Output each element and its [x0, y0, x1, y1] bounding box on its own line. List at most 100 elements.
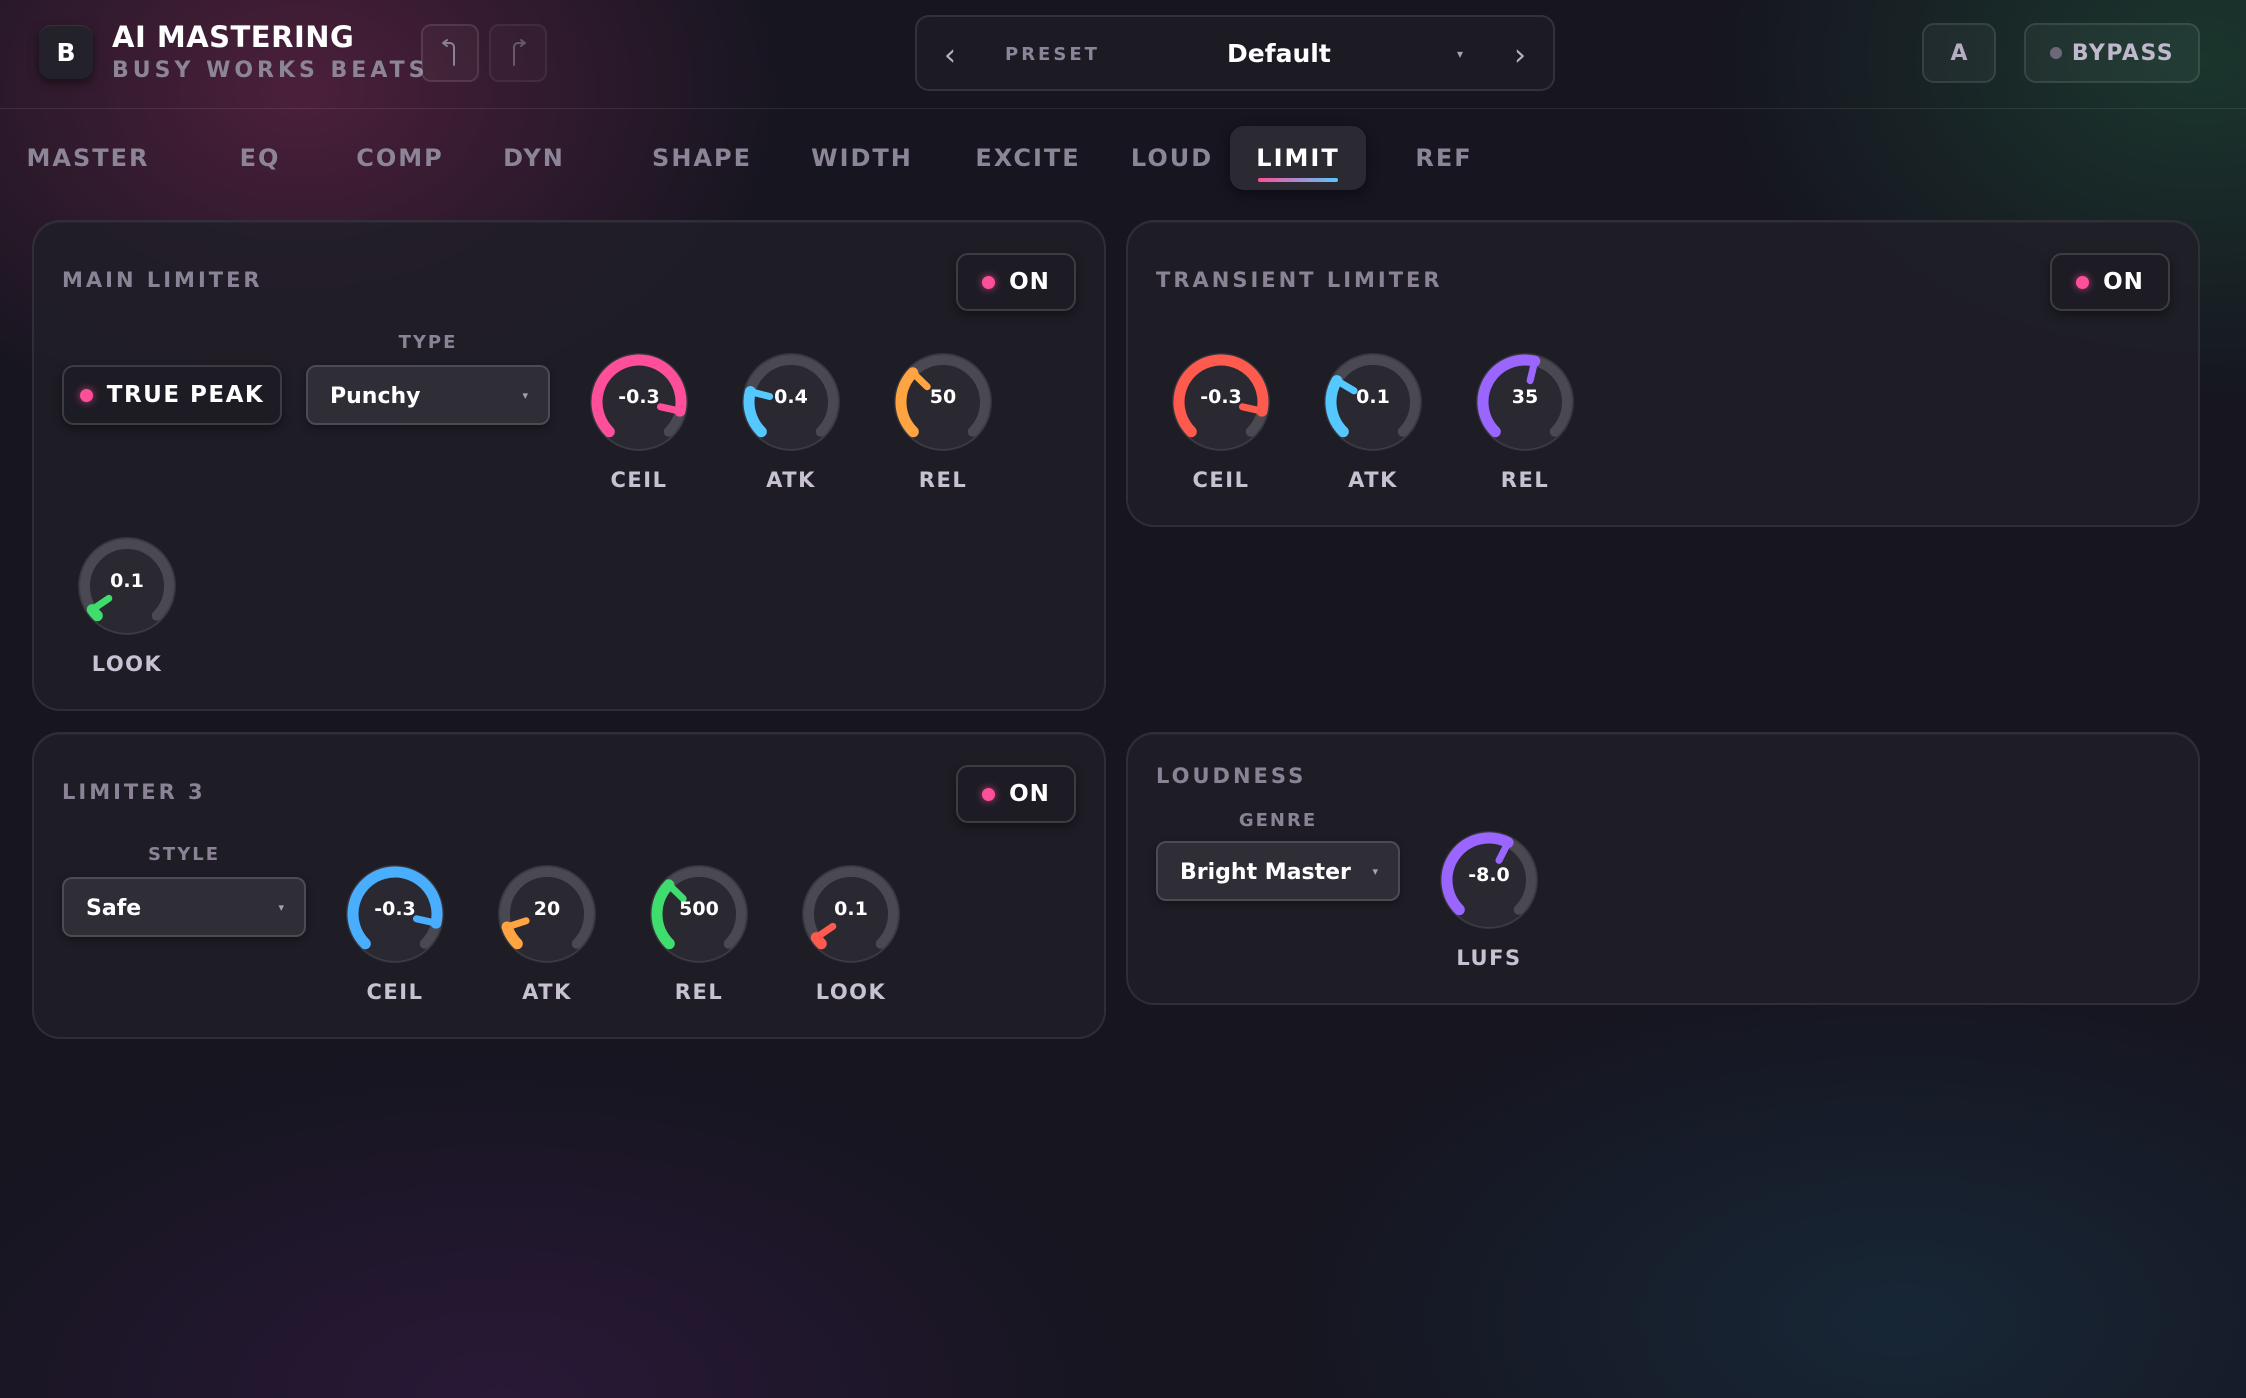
true-peak-label: TRUE PEAK	[106, 382, 265, 408]
ceil-knob[interactable]: -0.3 CEIL	[1161, 342, 1281, 502]
knob-value: 0.1	[1356, 386, 1390, 408]
preset-label: PRESET	[1005, 44, 1100, 65]
type-dropdown[interactable]: Punchy ▾	[306, 365, 550, 425]
lufs-knob[interactable]: -8.0 LUFS	[1429, 820, 1549, 980]
preset-prev-button[interactable]: ‹	[925, 17, 975, 93]
atk-knob[interactable]: 20 ATK	[487, 854, 607, 1014]
tab-excite[interactable]: EXCITE	[948, 126, 1108, 190]
on-label: ON	[1009, 269, 1050, 295]
tab-label: MASTER	[26, 144, 150, 172]
knob-value: 20	[533, 898, 561, 920]
bypass-button[interactable]: BYPASS	[2024, 23, 2200, 83]
tab-loud[interactable]: LOUD	[1110, 126, 1234, 190]
knob-label: REL	[1500, 468, 1550, 492]
app-title: AI MASTERING	[112, 20, 355, 54]
genre-label: GENRE	[1238, 810, 1318, 831]
preset-next-button[interactable]: ›	[1495, 17, 1545, 93]
undo-button[interactable]	[421, 24, 479, 82]
genre-dropdown[interactable]: Bright Master ▾	[1156, 841, 1400, 901]
knob-value: 0.1	[834, 898, 868, 920]
style-dropdown[interactable]: Safe ▾	[62, 877, 306, 937]
main-limiter-panel: MAIN LIMITER ON TRUE PEAK TYPE Punchy ▾ …	[32, 220, 1106, 711]
knob-label: ATK	[766, 468, 816, 492]
on-label: ON	[1009, 781, 1050, 807]
atk-knob[interactable]: 0.4 ATK	[731, 342, 851, 502]
tab-label: REF	[1415, 144, 1473, 172]
panel-title: MAIN LIMITER	[62, 268, 263, 292]
rel-knob[interactable]: 50 REL	[883, 342, 1003, 502]
panel-title: LIMITER 3	[62, 780, 206, 804]
knob-label: CEIL	[366, 980, 424, 1004]
knob-value: 35	[1511, 386, 1539, 408]
preset-dropdown[interactable]: Default	[1227, 39, 1487, 68]
atk-knob[interactable]: 0.1 ATK	[1313, 342, 1433, 502]
knob-label: LOOK	[91, 652, 163, 676]
rel-knob[interactable]: 500 REL	[639, 854, 759, 1014]
caret-down-icon: ▾	[1372, 865, 1378, 878]
tab-dyn[interactable]: DYN	[494, 126, 574, 190]
power-indicator	[2076, 275, 2090, 289]
tab-label: EXCITE	[975, 144, 1081, 172]
preset-selector: ‹ PRESET Default ▾ ›	[915, 15, 1555, 91]
limiter-3-on-button[interactable]: ON	[956, 765, 1076, 823]
tab-eq[interactable]: EQ	[228, 126, 292, 190]
knob-label: ATK	[522, 980, 572, 1004]
main-limiter-on-button[interactable]: ON	[956, 253, 1076, 311]
panel-title: LOUDNESS	[1156, 764, 1307, 788]
limiter-3-panel: LIMITER 3 ON STYLE Safe ▾ -0.3 CEIL 20 A…	[32, 732, 1106, 1039]
app-logo: B	[39, 25, 93, 79]
tab-width[interactable]: WIDTH	[792, 126, 932, 190]
on-label: ON	[2103, 269, 2144, 295]
true-peak-indicator	[79, 388, 93, 402]
tab-label: SHAPE	[652, 144, 752, 172]
knob-label: REL	[674, 980, 724, 1004]
tab-label: DYN	[503, 144, 565, 172]
caret-down-icon: ▾	[1457, 47, 1464, 61]
style-label: STYLE	[147, 844, 221, 865]
header-bar: B AI MASTERING BUSY WORKS BEATS ‹ PRESET…	[0, 0, 2246, 109]
knob-value: 0.4	[774, 386, 808, 408]
look-knob[interactable]: 0.1 LOOK	[791, 854, 911, 1014]
style-value: Safe	[86, 896, 142, 921]
look-knob[interactable]: 0.1 LOOK	[67, 526, 187, 686]
undo-icon	[442, 39, 455, 66]
tab-shape[interactable]: SHAPE	[624, 126, 780, 190]
ceil-knob[interactable]: -0.3 CEIL	[579, 342, 699, 502]
tab-limit[interactable]: LIMIT	[1230, 126, 1366, 190]
type-value: Punchy	[330, 384, 421, 409]
knob-value: 0.1	[110, 570, 144, 592]
true-peak-toggle[interactable]: TRUE PEAK	[62, 365, 282, 425]
type-label: TYPE	[398, 332, 458, 353]
tab-ref[interactable]: REF	[1396, 126, 1492, 190]
power-indicator	[982, 275, 996, 289]
chevron-right-icon: ›	[1514, 37, 1526, 73]
knob-value: -0.3	[374, 898, 416, 920]
bypass-indicator	[2049, 47, 2062, 59]
redo-icon	[513, 39, 526, 66]
ab-compare-button[interactable]: A	[1922, 23, 1996, 83]
tab-comp[interactable]: COMP	[342, 126, 458, 190]
knob-label: CEIL	[610, 468, 668, 492]
caret-down-icon: ▾	[278, 901, 284, 914]
bypass-label: BYPASS	[2071, 40, 2175, 66]
knob-pointer	[1526, 359, 1538, 385]
loudness-panel: LOUDNESS GENRE Bright Master ▾ -8.0 LUFS	[1126, 732, 2200, 1005]
rel-knob[interactable]: 35 REL	[1465, 342, 1585, 502]
transient-limiter-on-button[interactable]: ON	[2050, 253, 2170, 311]
knob-value: -0.3	[618, 386, 660, 408]
ceil-knob[interactable]: -0.3 CEIL	[335, 854, 455, 1014]
transient-limiter-panel: TRANSIENT LIMITER ON -0.3 CEIL 0.1 ATK 3…	[1126, 220, 2200, 527]
knob-value: -0.3	[1200, 386, 1242, 408]
genre-value: Bright Master	[1180, 860, 1351, 885]
tab-label: EQ	[239, 144, 281, 172]
redo-button[interactable]	[489, 24, 547, 82]
power-indicator	[982, 787, 996, 801]
tab-master[interactable]: MASTER	[27, 126, 148, 190]
knob-label: LOOK	[815, 980, 887, 1004]
knob-label: REL	[918, 468, 968, 492]
caret-down-icon: ▾	[522, 389, 528, 402]
knob-value: -8.0	[1468, 864, 1510, 886]
knob-label: CEIL	[1192, 468, 1250, 492]
tab-label: COMP	[356, 144, 444, 172]
tab-label: LIMIT	[1256, 144, 1340, 172]
